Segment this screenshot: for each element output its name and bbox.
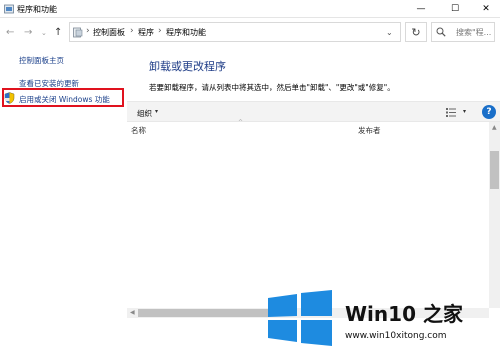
view-options-icon[interactable] — [446, 108, 456, 117]
windows-logo-icon — [268, 290, 332, 346]
breadcrumb-separator: › — [130, 26, 134, 36]
program-list[interactable] — [127, 136, 489, 306]
breadcrumb-separator: › — [158, 26, 162, 36]
control-panel-icon — [73, 27, 83, 38]
scroll-left-icon[interactable]: ◀ — [130, 309, 135, 316]
window-title: 程序和功能 — [17, 5, 57, 14]
sidebar-link-control-panel-home[interactable]: 控制面板主页 — [19, 55, 64, 66]
forward-button[interactable]: → — [24, 27, 32, 38]
title-bar: 程序和功能 — ☐ ✕ — [0, 0, 500, 18]
watermark-title: Win10 之家 — [345, 302, 463, 326]
search-box[interactable]: 搜索"程... — [431, 22, 495, 42]
organize-button[interactable]: 组织 — [137, 108, 152, 119]
column-header-publisher[interactable]: 发布者 — [358, 125, 381, 136]
search-icon — [436, 27, 446, 37]
close-button[interactable]: ✕ — [472, 0, 500, 18]
vertical-scrollbar[interactable]: ▲ — [489, 122, 500, 308]
maximize-button[interactable]: ☐ — [441, 0, 469, 18]
page-description: 若要卸载程序，请从列表中将其选中，然后单击"卸载"、"更改"或"修复"。 — [149, 83, 395, 92]
recent-locations-button[interactable]: ⌄ — [41, 29, 47, 37]
breadcrumb-separator: › — [86, 26, 90, 36]
help-icon[interactable]: ? — [482, 105, 496, 119]
breadcrumb-programs[interactable]: 程序 — [138, 27, 154, 38]
command-bar: 组织 ▾ ▾ ? — [127, 101, 500, 122]
refresh-button[interactable]: ↻ — [405, 22, 427, 42]
chevron-down-icon[interactable]: ▾ — [155, 108, 158, 115]
breadcrumb-control-panel[interactable]: 控制面板 — [93, 27, 125, 38]
vertical-scroll-thumb[interactable] — [490, 151, 499, 189]
up-button[interactable]: ↑ — [54, 27, 62, 38]
breadcrumb-programs-features[interactable]: 程序和功能 — [166, 27, 206, 38]
horizontal-scroll-thumb[interactable] — [138, 309, 268, 317]
minimize-button[interactable]: — — [407, 0, 435, 18]
back-button[interactable]: ← — [6, 27, 14, 38]
highlight-box — [2, 88, 124, 107]
scroll-up-icon[interactable]: ▲ — [492, 124, 497, 131]
sort-indicator-icon: ^ — [238, 119, 244, 126]
column-header-row: 名称 ^ 发布者 — [127, 119, 489, 136]
address-bar[interactable]: › 控制面板 › 程序 › 程序和功能 — [69, 22, 401, 42]
chevron-down-icon[interactable]: ▾ — [463, 108, 466, 115]
page-title: 卸载或更改程序 — [149, 60, 226, 73]
programs-features-icon — [4, 4, 14, 14]
address-dropdown-icon[interactable]: ⌄ — [386, 28, 393, 37]
search-input[interactable]: 搜索"程... — [456, 27, 491, 38]
watermark-url: www.win10xitong.com — [345, 331, 447, 341]
column-header-name[interactable]: 名称 — [131, 125, 146, 136]
